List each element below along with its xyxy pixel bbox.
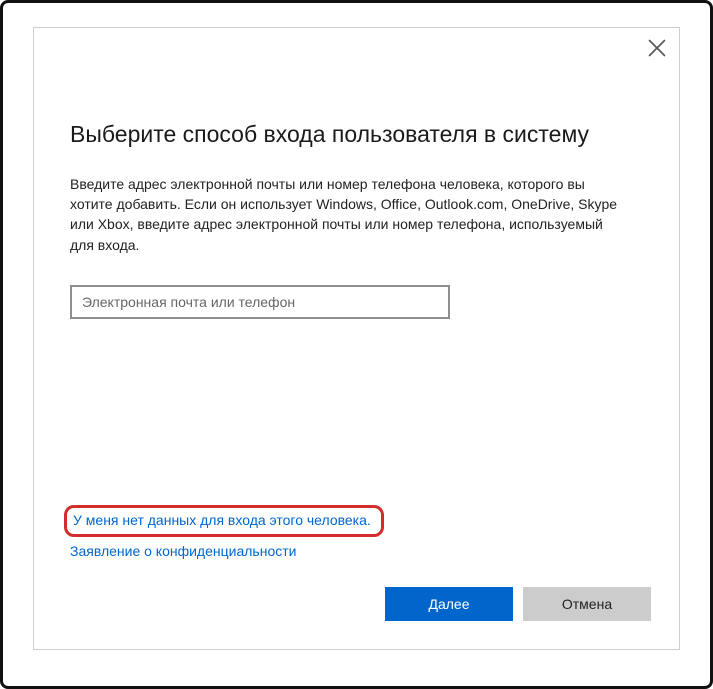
close-icon[interactable] [647,38,667,58]
next-button[interactable]: Далее [385,587,513,621]
dialog-title: Выберите способ входа пользователя в сис… [70,120,643,150]
add-user-dialog: Выберите способ входа пользователя в сис… [33,27,680,650]
no-credentials-link[interactable]: У меня нет данных для входа этого челове… [73,512,371,528]
screenshot-frame: Выберите способ входа пользователя в сис… [0,0,713,689]
cancel-button[interactable]: Отмена [523,587,651,621]
dialog-buttons: Далее Отмена [385,587,651,621]
dialog-content: Выберите способ входа пользователя в сис… [70,120,643,649]
links-area: У меня нет данных для входа этого челове… [70,505,384,561]
dialog-description: Введите адрес электронной почты или номе… [70,174,630,255]
email-or-phone-input[interactable] [70,285,450,319]
privacy-statement-link[interactable]: Заявление о конфиденциальности [70,543,296,559]
highlight-annotation: У меня нет данных для входа этого челове… [64,505,384,537]
